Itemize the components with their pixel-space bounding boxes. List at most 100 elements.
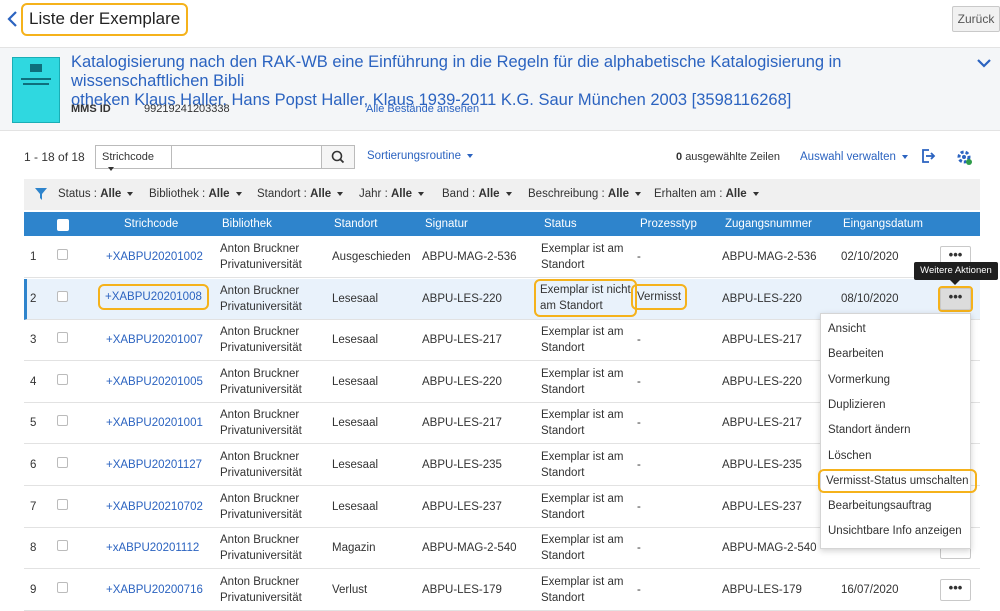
row-checkbox[interactable] — [57, 374, 68, 385]
filter-value: Alle — [390, 188, 413, 200]
cell-signature: ABPU-MAG-2-540 — [422, 542, 517, 554]
column-header-barcode[interactable]: Strichcode — [124, 218, 178, 230]
cell-location: Lesesaal — [332, 334, 379, 346]
column-header-library[interactable]: Bibliothek — [222, 218, 272, 230]
back-button[interactable]: Zurück — [952, 6, 1000, 32]
menu-item[interactable]: Duplizieren — [828, 399, 886, 411]
all-holdings-link[interactable]: Alle Bestände ansehen — [366, 103, 479, 115]
column-header-location[interactable]: Standort — [334, 218, 377, 230]
cell-status2: Standort — [541, 509, 585, 521]
cell-location: Lesesaal — [332, 293, 379, 305]
filter-status[interactable]: Status : Alle — [58, 188, 134, 200]
cell-status2: Standort — [541, 342, 585, 354]
cell-accession: ABPU-LES-220 — [722, 293, 802, 305]
filter-year[interactable]: Jahr : Alle — [359, 188, 425, 200]
cell-accession: ABPU-LES-237 — [722, 501, 802, 513]
filter-description[interactable]: Beschreibung : Alle — [528, 188, 642, 200]
row-checkbox[interactable] — [57, 249, 68, 260]
row-checkbox[interactable] — [57, 582, 68, 593]
cell-library: Anton Bruckner Privatuniversität — [220, 283, 302, 315]
cell-status: Exemplar ist am Standort — [541, 324, 623, 356]
row-checkbox[interactable] — [57, 291, 68, 302]
search-button[interactable] — [321, 145, 355, 169]
filter-icon[interactable] — [35, 188, 47, 200]
menu-item[interactable]: Löschen — [828, 450, 871, 462]
cell-library: Anton Bruckner Privatuniversität — [220, 449, 302, 481]
barcode-link[interactable]: +XABPU20200716 — [106, 582, 203, 598]
caret-down-icon — [505, 191, 512, 196]
record-title[interactable]: Katalogisierung nach den RAK-WB eine Ein… — [71, 53, 971, 110]
row-number: 7 — [30, 501, 37, 513]
barcode-link[interactable]: +XABPU20210702 — [106, 499, 203, 515]
search-input[interactable] — [171, 145, 322, 169]
cell-location: Lesesaal — [332, 459, 379, 471]
cell-status: Exemplar ist am Standort — [541, 491, 623, 523]
gear-icon[interactable] — [955, 148, 973, 166]
column-header-process-type[interactable]: Prozesstyp — [640, 218, 697, 230]
menu-item[interactable]: Vormerkung — [828, 374, 890, 386]
filter-value: Alle — [310, 188, 332, 200]
sort-dropdown[interactable]: Sortierungsroutine — [367, 150, 473, 162]
column-header-signature[interactable]: Signatur — [425, 218, 468, 230]
book-cover-thumbnail — [12, 57, 60, 123]
row-number: 3 — [30, 334, 37, 346]
barcode-link[interactable]: +XABPU20201005 — [106, 374, 203, 390]
cell-status: Exemplar ist nicht am Standort — [534, 279, 637, 317]
cell-status2: Standort — [541, 384, 585, 396]
cell-process-type: - — [637, 251, 641, 263]
menu-item[interactable]: Ansicht — [828, 323, 866, 335]
cell-status1: Exemplar ist nicht — [540, 284, 631, 296]
cell-received-date: 16/07/2020 — [841, 584, 899, 596]
more-actions-button[interactable]: ••• — [940, 579, 971, 601]
row-number: 1 — [30, 251, 37, 263]
cell-process-type: - — [637, 459, 641, 471]
row-checkbox[interactable] — [57, 457, 68, 468]
result-count: 1 - 18 of 18 — [24, 150, 85, 164]
cell-status1: Exemplar ist am — [541, 576, 624, 588]
cell-process-type: - — [637, 334, 641, 346]
barcode-link[interactable]: +XABPU20201008 — [98, 284, 209, 310]
menu-item[interactable]: Unsichtbare Info anzeigen — [828, 525, 962, 537]
menu-item[interactable]: Bearbeitungsauftrag — [828, 500, 932, 512]
menu-item[interactable]: Bearbeiten — [828, 348, 884, 360]
tooltip-arrow — [950, 280, 960, 285]
filter-value: Alle — [607, 188, 630, 200]
barcode-link[interactable]: +xABPU20201112 — [106, 540, 199, 556]
filter-received[interactable]: Erhalten am : Alle — [654, 188, 759, 200]
barcode-link[interactable]: +XABPU20201002 — [106, 249, 203, 265]
filter-library[interactable]: Bibliothek : Alle — [149, 188, 242, 200]
cell-location: Magazin — [332, 542, 376, 554]
page-title: Liste der Exemplare — [20, 3, 189, 36]
barcode-link[interactable]: +XABPU20201127 — [106, 457, 202, 473]
menu-item[interactable]: Standort ändern — [828, 424, 910, 436]
manage-selection-label: Auswahl verwalten — [800, 151, 896, 163]
row-checkbox[interactable] — [57, 540, 68, 551]
row-checkbox[interactable] — [57, 415, 68, 426]
select-all-checkbox[interactable] — [57, 219, 69, 231]
cell-status: Exemplar ist am Standort — [541, 532, 623, 564]
menu-item[interactable]: Vermisst-Status umschalten — [818, 468, 977, 493]
column-header-status[interactable]: Status — [544, 218, 577, 230]
back-chevron-icon[interactable] — [6, 10, 20, 28]
column-header-accession[interactable]: Zugangsnummer — [725, 218, 812, 230]
manage-selection-dropdown[interactable]: Auswahl verwalten — [800, 151, 908, 163]
search-field-select[interactable]: Strichcode — [95, 145, 171, 172]
barcode-link[interactable]: +XABPU20201001 — [106, 415, 203, 431]
cell-location: Verlust — [332, 584, 368, 596]
filter-location[interactable]: Standort : Alle — [257, 188, 344, 200]
filter-value: Alle — [478, 188, 500, 200]
row-checkbox[interactable] — [57, 499, 68, 510]
row-checkbox[interactable] — [57, 332, 68, 343]
filter-value: Alle — [725, 188, 747, 200]
column-header-received-date[interactable]: Eingangsdatum — [843, 218, 923, 230]
filter-label: Status : — [58, 188, 97, 200]
filter-volume[interactable]: Band : Alle — [442, 188, 512, 200]
more-actions-button[interactable]: ••• — [938, 286, 973, 312]
chevron-down-icon[interactable] — [976, 56, 992, 70]
mms-id-value: 99219241203338 — [144, 103, 230, 115]
cell-accession: ABPU-LES-179 — [722, 584, 802, 596]
cell-lib2: Privatuniversität — [220, 592, 302, 604]
barcode-link[interactable]: +XABPU20201007 — [106, 332, 203, 348]
export-icon[interactable] — [920, 148, 936, 164]
record-title-line1: Katalogisierung nach den RAK-WB eine Ein… — [71, 53, 842, 90]
